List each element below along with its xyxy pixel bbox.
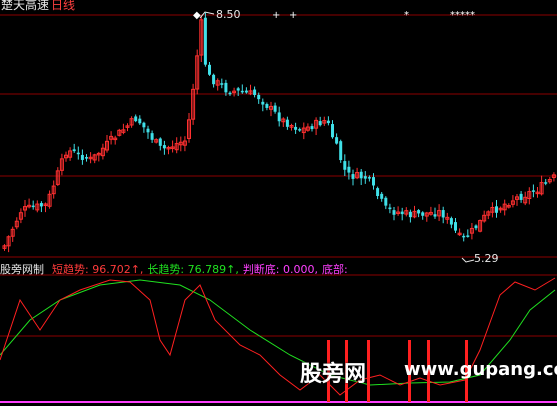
low-price-pointer [461,257,475,263]
candle-body [265,104,269,108]
candle-body [220,83,224,85]
candle-body [519,193,523,200]
candle-body [433,214,437,217]
candle-body [138,118,142,124]
candle-body [531,190,535,192]
signal-marker-stars: ***** [450,10,475,21]
candle-body [339,141,343,161]
watermark-text: 股旁网 [300,362,367,387]
candle-body [253,89,257,95]
candle-body [359,171,363,179]
candle-body [417,210,421,214]
candle-body [376,188,380,196]
candle-body [380,193,384,199]
candle-body [203,17,207,65]
candle-body [372,177,375,186]
judge-bottom-value: 判断底: 0.000, [242,263,319,276]
candle-body [224,82,228,93]
signal-marker-plus: + [289,10,298,21]
candle-body [495,206,498,213]
candle-body [146,128,150,133]
candle-body [39,203,43,207]
stock-chart-window: 楚天高速 日线 8.50 5.29 ◆ + + * ***** 股旁网制 短趋势: … [0,0,557,406]
candle-body [384,197,388,206]
stock-name: 楚天高速 [1,0,50,12]
candle-body [388,207,392,210]
candle-body [351,174,355,179]
candle-body [331,124,334,138]
watermark-url: www.gupang.com [404,359,557,380]
candle-body [31,205,35,208]
candle-body [80,154,84,160]
candle-body [392,210,396,215]
candle-body [474,225,478,229]
candle-body [285,119,289,127]
candle-body [347,166,351,173]
high-price-label: 8.50 [216,8,241,21]
candle-body [466,235,470,237]
candle-body [244,90,248,93]
candle-body [257,94,261,100]
candle-body [142,122,146,128]
candle-body [400,211,404,215]
candle-body [544,182,548,184]
signal-marker-diamond: ◆ [193,10,201,21]
bottom-label: 底部: [322,263,348,276]
candle-body [326,120,330,124]
indicator-legend: 股旁网制 短趋势: 96.702↑, 长趋势: 76.789↑, 判断底: 0.000… [0,264,348,276]
chart-title: 楚天高速 日线 [1,0,75,11]
candle-body [335,137,339,144]
candle-body [441,210,445,218]
chart-canvas[interactable] [0,0,557,406]
candle-body [273,105,277,112]
candle-body [367,177,371,179]
candle-body [212,74,216,85]
signal-marker-plus: + [272,10,281,21]
candle-body [162,145,166,149]
period-label: 日线 [51,0,76,12]
candle-body [310,126,314,130]
candle-body [150,133,154,140]
candle-body [158,138,162,146]
candle-body [208,64,211,75]
candle-body [85,157,88,159]
indicator-name: 股旁网制 [0,263,44,276]
bottom-signal-bar [367,340,370,402]
candle-body [343,161,347,170]
candle-body [134,116,138,122]
candle-body [408,211,412,218]
candle-body [228,92,232,95]
candle-body [236,88,240,91]
low-price-label: 5.29 [474,252,499,265]
signal-marker-star: * [404,10,409,21]
candle-body [72,149,76,152]
candle-body [298,129,302,131]
candle-body [240,90,244,93]
candle-body [363,176,367,179]
short-trend-value: 短趋势: 96.702↑, [52,263,144,276]
candle-body [449,218,453,225]
candle-body [261,101,265,105]
candle-body [318,121,322,126]
candle-body [76,152,80,155]
candle-body [277,112,281,122]
candle-body [421,212,425,216]
long-trend-value: 长趋势: 76.789↑, [147,263,239,276]
candle-body [294,126,298,130]
candle-body [462,235,466,238]
candle-body [454,222,457,231]
